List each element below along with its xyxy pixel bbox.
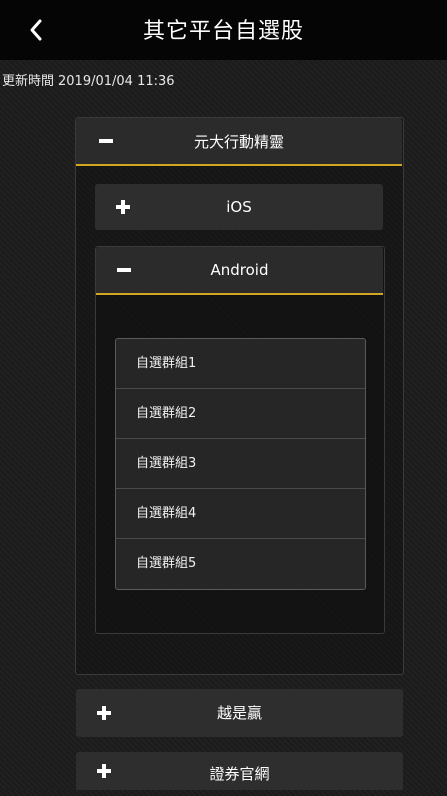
update-time-label: 更新時間 [2, 74, 55, 89]
section-label: 證券官網 [209, 765, 270, 783]
list-item[interactable]: 自選群組2 [116, 389, 365, 439]
watchlist-group-list: 自選群組1 自選群組2 自選群組3 自選群組4 自選群組5 [115, 338, 366, 590]
subsection-header-android[interactable]: Android [96, 247, 383, 295]
update-time: 更新時間 2019/01/04 11:36 [2, 70, 175, 89]
subsection-label: Android [210, 261, 269, 279]
section-header-yueshiying[interactable]: 越是贏 [76, 689, 403, 737]
list-item[interactable]: 自選群組1 [116, 339, 365, 389]
list-item[interactable]: 自選群組5 [116, 539, 365, 588]
list-item[interactable]: 自選群組4 [116, 489, 365, 539]
section-header-securities-website[interactable]: 證券官網 [76, 752, 403, 790]
app-header: 其它平台自選股 [0, 0, 447, 60]
page-title: 其它平台自選股 [142, 19, 304, 44]
update-time-value: 2019/01/04 11:36 [58, 74, 175, 89]
list-item[interactable]: 自選群組3 [116, 439, 365, 489]
section-header-yuanta[interactable]: 元大行動精靈 [76, 118, 402, 166]
section-label: 越是贏 [216, 704, 262, 722]
subsection-label: iOS [226, 198, 252, 216]
subsection-header-ios[interactable]: iOS [95, 184, 383, 230]
section-label: 元大行動精靈 [193, 133, 284, 151]
